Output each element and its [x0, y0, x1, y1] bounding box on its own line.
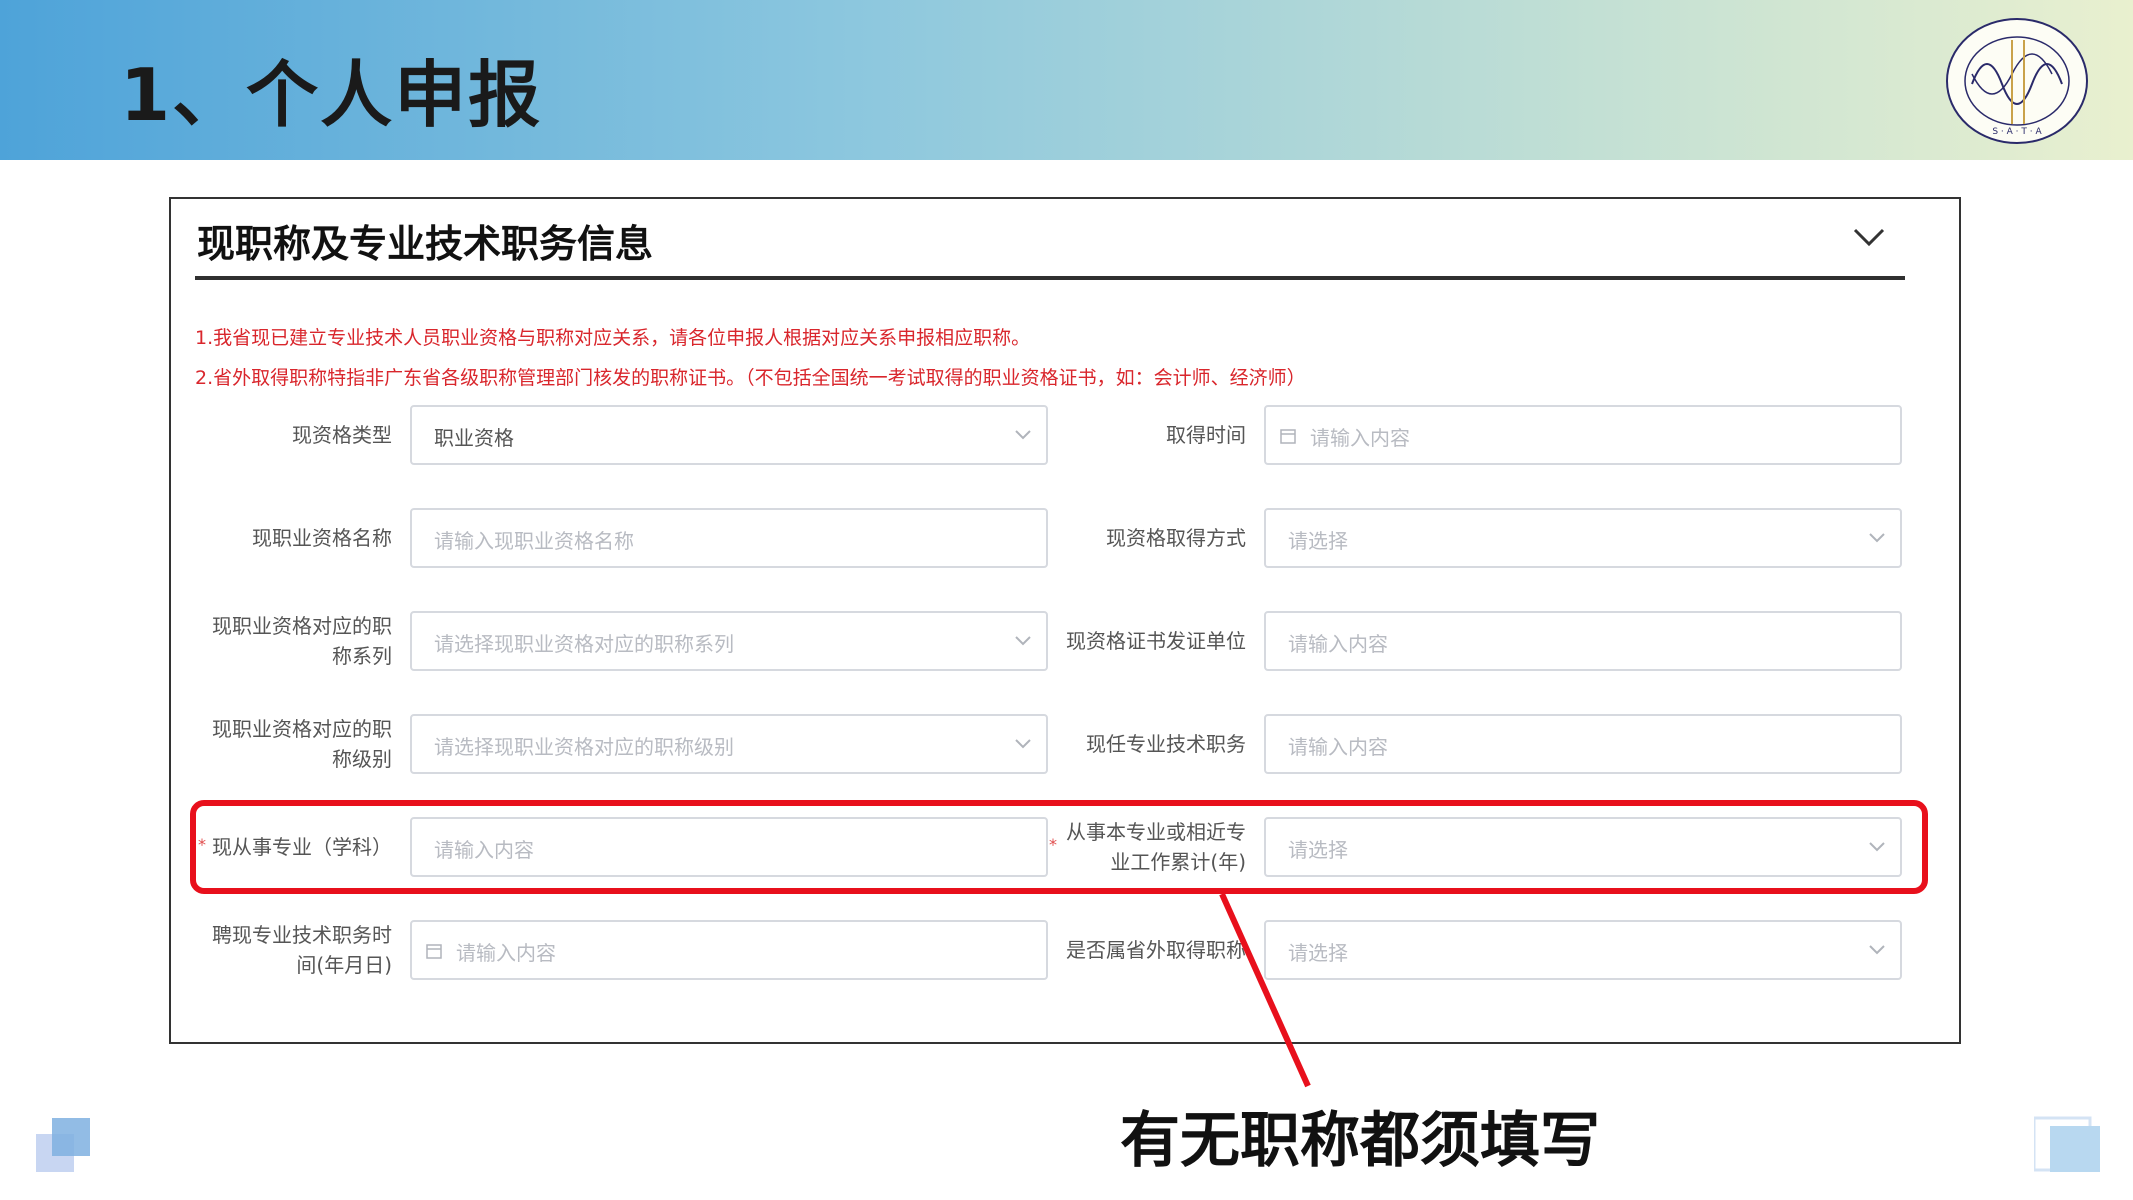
field-label-text: 现任专业技术职务: [1086, 732, 1246, 756]
select-field[interactable]: 请选择现职业资格对应的职称级别: [410, 714, 1048, 774]
select-field[interactable]: 请选择现职业资格对应的职称系列: [410, 611, 1048, 671]
field-label: 现资格取得方式: [1046, 506, 1246, 570]
corner-squares-decoration: [36, 1118, 90, 1172]
text-field[interactable]: 请输入内容: [1264, 611, 1902, 671]
chevron-down-icon[interactable]: [1851, 225, 1887, 249]
field-label: 取得时间: [1046, 403, 1246, 467]
field-placeholder: 请选择现职业资格对应的职称级别: [434, 735, 734, 759]
chevron-down-icon: [1015, 636, 1031, 646]
corner-squares-decoration-right: [2034, 1116, 2100, 1172]
field-label-text: 现职业资格对应的职称系列: [212, 614, 392, 668]
calendar-icon: [426, 944, 442, 959]
title-divider: [195, 276, 1905, 280]
field-placeholder: 请选择: [1288, 941, 1348, 965]
field-label: 是否属省外取得职称: [1046, 918, 1246, 982]
field-label: 现资格类型: [192, 403, 392, 467]
required-fields-highlight: [190, 800, 1928, 894]
association-logo: S · A · T · A: [1946, 18, 2088, 144]
select-field[interactable]: 职业资格: [410, 405, 1048, 465]
date-field[interactable]: 请输入内容: [1264, 405, 1902, 465]
slide-title: 1、个人申报: [120, 53, 543, 137]
text-field[interactable]: 请输入内容: [1264, 714, 1902, 774]
field-label-text: 现资格取得方式: [1106, 526, 1246, 550]
field-label: 现任专业技术职务: [1046, 712, 1246, 776]
panel-title: 现职称及专业技术职务信息: [197, 222, 654, 266]
field-placeholder: 请输入现职业资格名称: [434, 529, 634, 553]
chevron-down-icon: [1015, 430, 1031, 440]
field-label-text: 现职业资格名称: [252, 526, 392, 550]
field-label-text: 取得时间: [1166, 423, 1246, 447]
field-placeholder: 请输入内容: [1288, 735, 1388, 759]
select-field[interactable]: 请选择: [1264, 508, 1902, 568]
field-placeholder: 请选择: [1288, 529, 1348, 553]
field-label: 现资格证书发证单位: [1046, 609, 1246, 673]
field-value: 职业资格: [434, 426, 514, 450]
calendar-icon: [1280, 429, 1296, 444]
select-field[interactable]: 请选择: [1264, 920, 1902, 980]
chevron-down-icon: [1869, 533, 1885, 543]
field-placeholder: 请输入内容: [1310, 426, 1410, 450]
field-label: 现职业资格对应的职称级别: [192, 712, 392, 776]
field-label: 聘现专业技术职务时间(年月日): [192, 918, 392, 982]
date-field[interactable]: 请输入内容: [410, 920, 1048, 980]
field-placeholder: 请选择现职业资格对应的职称系列: [434, 632, 734, 656]
field-label-text: 是否属省外取得职称: [1066, 938, 1246, 962]
callout-text: 有无职称都须填写: [1120, 1106, 1600, 1176]
field-placeholder: 请输入内容: [1288, 632, 1388, 656]
field-label-text: 现职业资格对应的职称级别: [212, 717, 392, 771]
logo-abbr: S · A · T · A: [1992, 127, 2042, 137]
field-label: 现职业资格对应的职称系列: [192, 609, 392, 673]
field-placeholder: 请输入内容: [456, 941, 556, 965]
field-label: 现职业资格名称: [192, 506, 392, 570]
field-label-text: 聘现专业技术职务时间(年月日): [212, 923, 392, 977]
field-label-text: 现资格类型: [292, 423, 392, 447]
field-label-text: 现资格证书发证单位: [1066, 629, 1246, 653]
notice-line-1: 1.我省现已建立专业技术人员职业资格与职称对应关系，请各位申报人根据对应关系申报…: [195, 327, 1031, 349]
text-field[interactable]: 请输入现职业资格名称: [410, 508, 1048, 568]
notice-line-2: 2.省外取得职称特指非广东省各级职称管理部门核发的职称证书。（不包括全国统一考试…: [195, 367, 1306, 389]
chevron-down-icon: [1015, 739, 1031, 749]
chevron-down-icon: [1869, 945, 1885, 955]
